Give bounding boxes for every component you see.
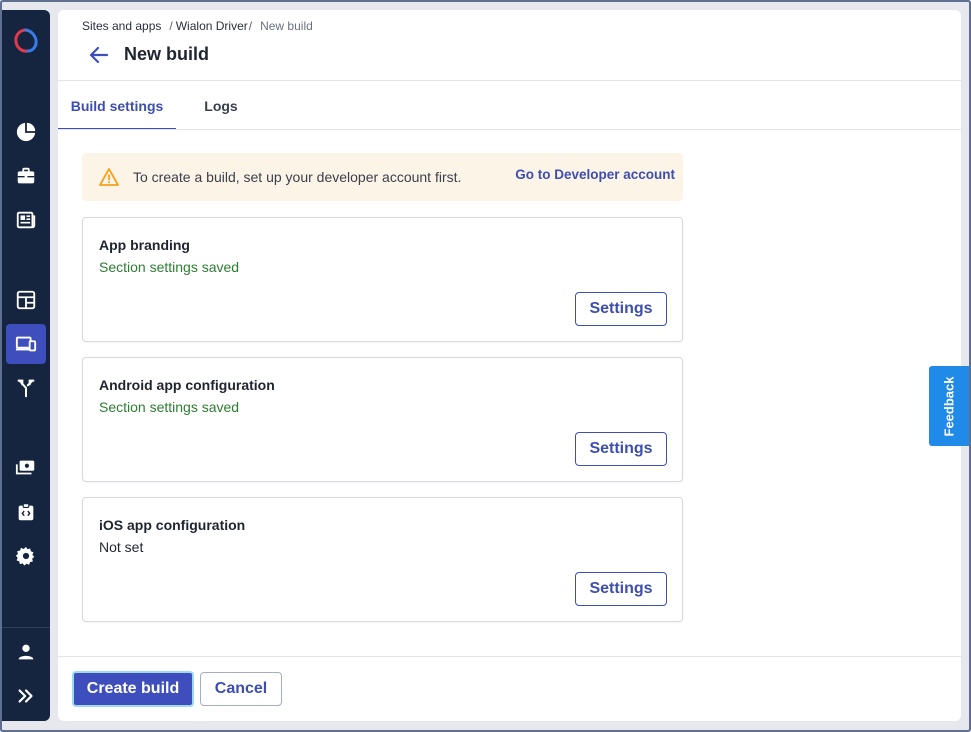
card-status: Section settings saved: [99, 259, 240, 275]
card-title: iOS app configuration: [99, 517, 246, 533]
android-settings-button[interactable]: Settings: [575, 432, 667, 466]
feedback-tab[interactable]: Feedback: [929, 366, 969, 446]
briefcase-icon[interactable]: [6, 156, 46, 196]
app-logo-icon[interactable]: [12, 27, 40, 55]
app-branding-card: App branding Section settings saved Sett…: [82, 217, 683, 342]
pie-chart-icon[interactable]: [6, 112, 46, 152]
merge-icon[interactable]: [6, 368, 46, 408]
sidebar-divider: [2, 627, 50, 628]
ios-config-card: iOS app configuration Not set Settings: [82, 497, 683, 622]
page-title: New build: [124, 44, 209, 64]
sidebar: [2, 10, 50, 721]
breadcrumb-separator: /: [169, 19, 173, 33]
breadcrumb-current: New build: [260, 19, 313, 33]
alert-message: To create a build, set up your developer…: [133, 169, 462, 185]
cancel-button[interactable]: Cancel: [200, 672, 282, 706]
card-status: Section settings saved: [99, 399, 240, 415]
payments-icon[interactable]: [6, 448, 46, 488]
breadcrumb-sites-and-apps[interactable]: Sites and apps: [82, 19, 161, 33]
tab-bar: Build settings Logs: [58, 81, 266, 130]
card-status: Not set: [99, 539, 144, 555]
tab-logs[interactable]: Logs: [176, 81, 266, 130]
app-branding-settings-button[interactable]: Settings: [575, 292, 667, 326]
user-icon[interactable]: [6, 632, 46, 672]
create-build-button[interactable]: Create build: [72, 671, 194, 707]
footer-divider: [58, 656, 961, 657]
android-config-card: Android app configuration Section settin…: [82, 357, 683, 482]
tab-build-settings[interactable]: Build settings: [58, 81, 176, 130]
developer-account-alert: To create a build, set up your developer…: [82, 153, 683, 201]
dashboard-icon[interactable]: [6, 280, 46, 320]
main-panel: Sites and apps / Wialon Driver / New bui…: [58, 10, 961, 721]
ios-settings-button[interactable]: Settings: [575, 572, 667, 606]
newspaper-icon[interactable]: [6, 200, 46, 240]
gear-icon[interactable]: [6, 536, 46, 576]
warning-icon: [99, 168, 119, 186]
card-title: Android app configuration: [99, 377, 275, 393]
tabs-divider: [58, 129, 961, 130]
feedback-label: Feedback: [941, 376, 957, 436]
card-title: App branding: [99, 237, 190, 253]
devices-icon[interactable]: [6, 324, 46, 364]
back-arrow-icon[interactable]: [88, 44, 110, 66]
breadcrumb-wialon-driver[interactable]: Wialon Driver: [176, 19, 248, 33]
breadcrumb-separator: /: [248, 19, 253, 33]
code-clipboard-icon[interactable]: [6, 492, 46, 532]
breadcrumb: Sites and apps / Wialon Driver / New bui…: [82, 19, 313, 33]
developer-account-link[interactable]: Go to Developer account: [515, 167, 675, 182]
expand-icon[interactable]: [6, 676, 46, 716]
